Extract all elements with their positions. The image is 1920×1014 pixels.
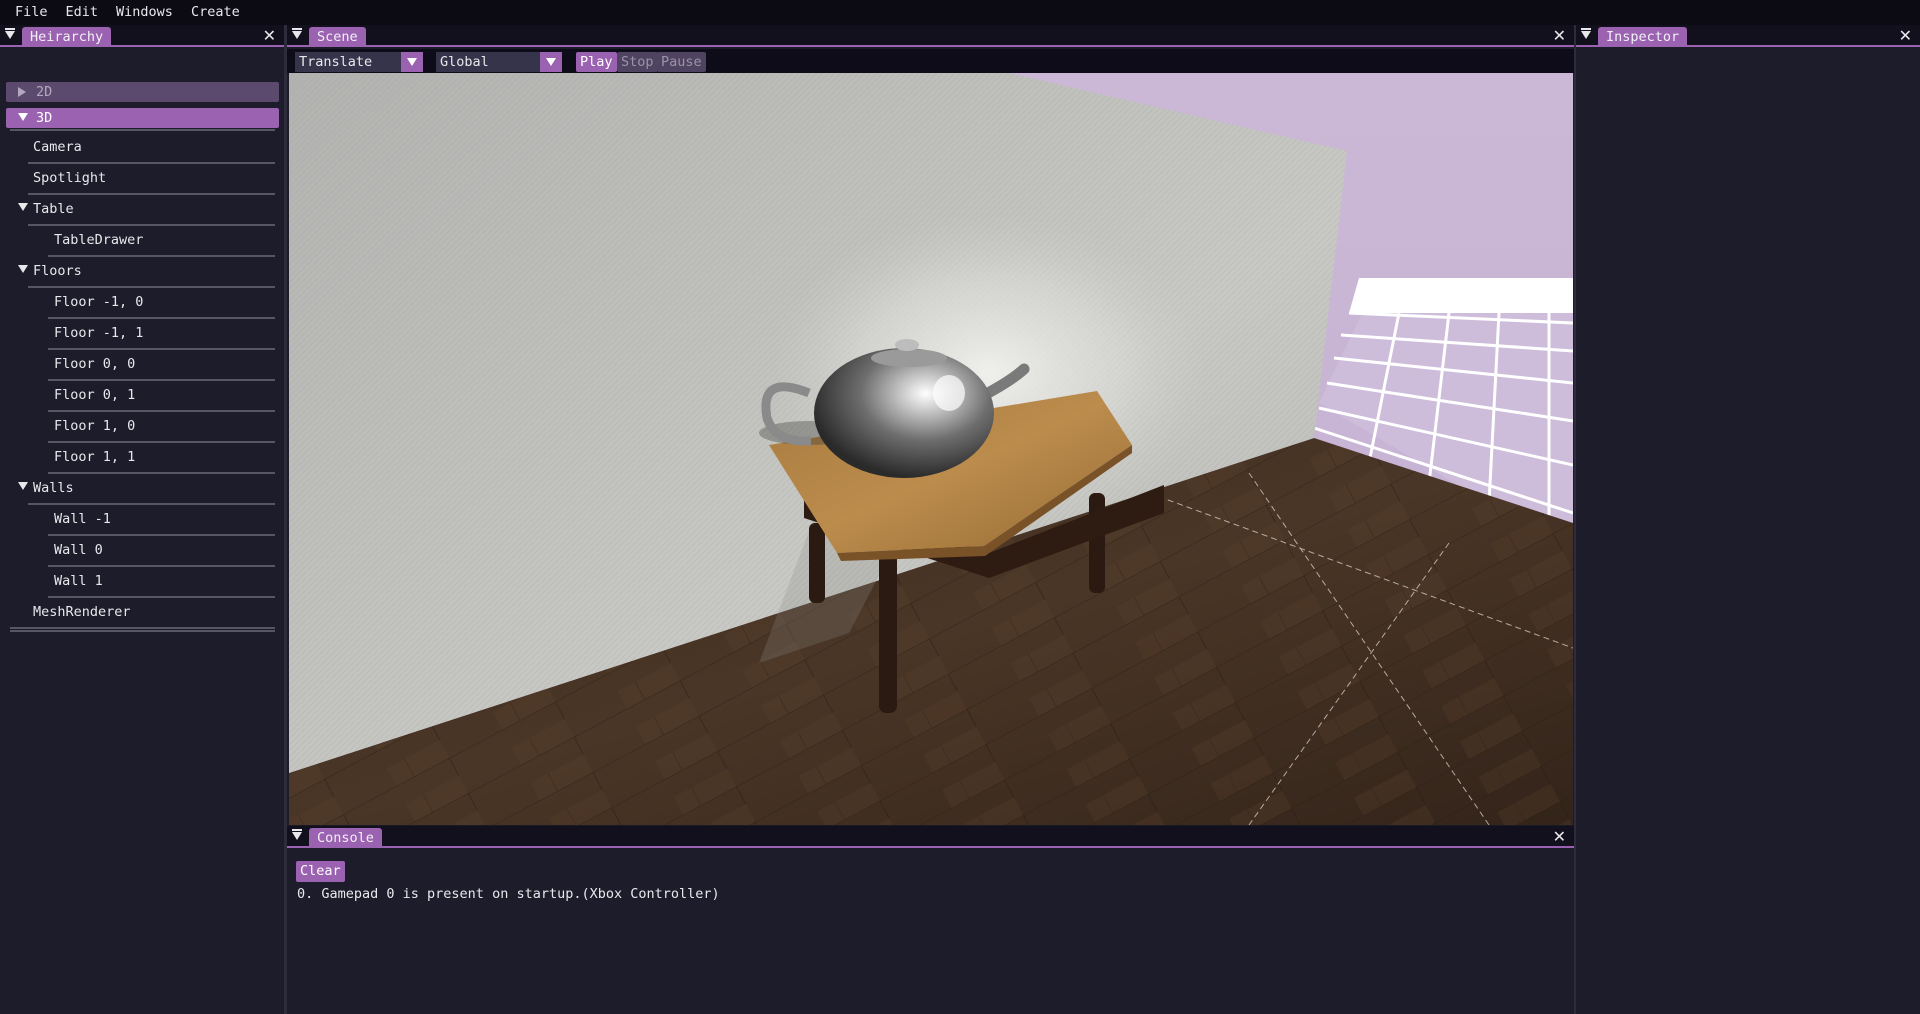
scene-toolbar: Translate Global Play Stop Pause: [287, 49, 1574, 73]
divider: [10, 129, 275, 132]
tab-hierarchy[interactable]: Heirarchy: [22, 27, 112, 47]
hierarchy-panel: Heirarchy ✕ 2D 3D Camera Spotlight Table…: [0, 25, 284, 1014]
item-label: MeshRenderer: [33, 604, 131, 620]
item-label: Floor 0, 1: [54, 387, 136, 403]
item-label: Floor -1, 0: [54, 294, 144, 310]
hierarchy-item-wall[interactable]: Wall 1: [0, 567, 280, 598]
play-button[interactable]: Play: [576, 52, 617, 72]
collapse-triangle-icon[interactable]: [292, 829, 302, 840]
close-icon[interactable]: ✕: [263, 27, 276, 45]
tab-inspector[interactable]: Inspector: [1598, 27, 1688, 47]
triangle-right-icon[interactable]: [18, 87, 26, 97]
console-header: Console ✕: [287, 826, 1574, 848]
item-label: Floors: [33, 263, 82, 279]
close-icon[interactable]: ✕: [1899, 27, 1912, 45]
clear-button[interactable]: Clear: [296, 861, 345, 882]
hierarchy-item-floors[interactable]: Floors: [0, 257, 280, 288]
hierarchy-tree: 2D 3D Camera Spotlight Table TableDrawer…: [0, 47, 284, 1014]
menu-windows[interactable]: Windows: [107, 0, 182, 25]
triangle-down-icon[interactable]: [18, 203, 28, 211]
menu-create[interactable]: Create: [182, 0, 249, 25]
triangle-down-icon[interactable]: [18, 113, 28, 121]
item-label: Table: [33, 201, 74, 217]
group-label: 2D: [36, 84, 53, 100]
tab-scene[interactable]: Scene: [309, 27, 366, 47]
item-label: Spotlight: [33, 170, 107, 186]
hierarchy-item-floor[interactable]: Floor 0, 1: [0, 381, 280, 412]
collapse-triangle-icon[interactable]: [5, 28, 15, 39]
item-label: Floor 1, 1: [54, 449, 136, 465]
hierarchy-item-floor[interactable]: Floor 0, 0: [0, 350, 280, 381]
scene-viewport[interactable]: [289, 73, 1573, 825]
hierarchy-item-floor[interactable]: Floor 1, 1: [0, 443, 280, 474]
menu-bar: File Edit Windows Create: [0, 0, 1920, 25]
pause-button[interactable]: Pause: [657, 52, 706, 72]
chevron-down-icon[interactable]: [540, 52, 562, 72]
inspector-panel: Inspector ✕: [1576, 25, 1920, 1014]
transform-mode-select[interactable]: Translate: [295, 52, 423, 72]
item-label: Floor 0, 0: [54, 356, 136, 372]
hierarchy-item-floor[interactable]: Floor -1, 0: [0, 288, 280, 319]
hierarchy-header: Heirarchy ✕: [0, 25, 284, 47]
hierarchy-item-wall[interactable]: Wall -1: [0, 505, 280, 536]
console-panel: Console ✕ Clear 0. Gamepad 0 is present …: [287, 826, 1574, 1014]
scene-panel: Scene ✕ Translate Global Play Stop Pause: [287, 25, 1574, 825]
hierarchy-item-spotlight[interactable]: Spotlight: [0, 164, 280, 195]
item-label: Floor 1, 0: [54, 418, 136, 434]
transform-mode-value: Translate: [299, 54, 373, 70]
inspector-header: Inspector ✕: [1576, 25, 1920, 47]
group-label: 3D: [36, 110, 53, 126]
item-label: Camera: [33, 139, 82, 155]
triangle-down-icon[interactable]: [18, 482, 28, 490]
scene-render[interactable]: [289, 73, 1573, 825]
collapse-triangle-icon[interactable]: [1581, 28, 1591, 39]
item-label: Floor -1, 1: [54, 325, 144, 341]
collapse-triangle-icon[interactable]: [292, 28, 302, 39]
stop-button[interactable]: Stop: [617, 52, 658, 72]
hierarchy-item-tabledrawer[interactable]: TableDrawer: [0, 226, 280, 257]
menu-file[interactable]: File: [6, 0, 57, 25]
divider: [10, 627, 275, 632]
item-label: TableDrawer: [54, 232, 144, 248]
hierarchy-item-table[interactable]: Table: [0, 195, 280, 226]
hierarchy-group-3d[interactable]: 3D: [6, 108, 279, 128]
close-icon[interactable]: ✕: [1553, 27, 1566, 45]
hierarchy-item-floor[interactable]: Floor -1, 1: [0, 319, 280, 350]
space-mode-select[interactable]: Global: [436, 52, 562, 72]
hierarchy-item-walls[interactable]: Walls: [0, 474, 280, 505]
hierarchy-item-wall[interactable]: Wall 0: [0, 536, 280, 567]
tab-console[interactable]: Console: [309, 828, 382, 848]
hierarchy-item-meshrenderer[interactable]: MeshRenderer: [0, 598, 280, 629]
close-icon[interactable]: ✕: [1553, 828, 1566, 846]
item-label: Wall 1: [54, 573, 103, 589]
item-label: Wall 0: [54, 542, 103, 558]
hierarchy-item-floor[interactable]: Floor 1, 0: [0, 412, 280, 443]
item-label: Wall -1: [54, 511, 111, 527]
triangle-down-icon[interactable]: [18, 265, 28, 273]
scene-header: Scene ✕: [287, 25, 1574, 47]
chevron-down-icon[interactable]: [401, 52, 423, 72]
menu-edit[interactable]: Edit: [57, 0, 108, 25]
hierarchy-item-camera[interactable]: Camera: [0, 133, 280, 164]
item-label: Walls: [33, 480, 74, 496]
space-mode-value: Global: [440, 54, 489, 70]
console-log-line: 0. Gamepad 0 is present on startup.(Xbox…: [297, 886, 720, 902]
hierarchy-group-2d[interactable]: 2D: [6, 82, 279, 102]
